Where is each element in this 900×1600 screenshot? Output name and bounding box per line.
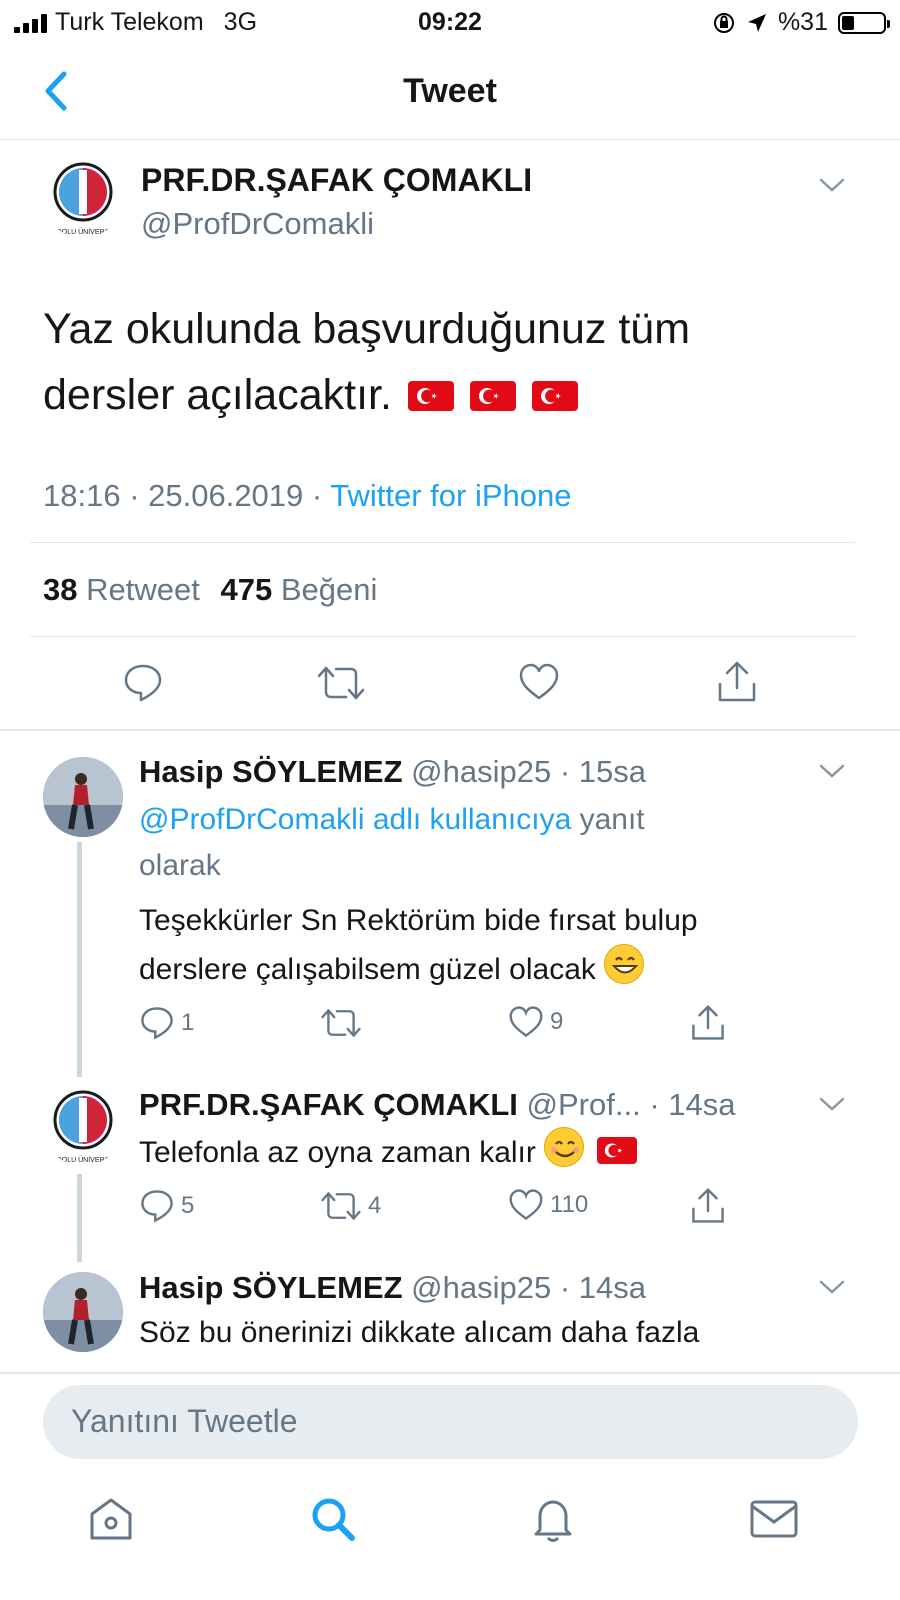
reply-header: Hasip SÖYLEMEZ @hasip25 · 15sa xyxy=(139,754,646,790)
reply-text: Telefonla az oyna zaman kalır xyxy=(139,1127,859,1176)
reply-action[interactable]: 5 xyxy=(139,1188,194,1224)
share-icon[interactable] xyxy=(690,1187,726,1225)
university-logo-avatar[interactable]: DOLU ÜNİVERS xyxy=(43,158,123,238)
retweet-label[interactable]: Retweet xyxy=(86,572,200,607)
page-title: Tweet xyxy=(403,72,497,110)
reply-count: 1 xyxy=(181,1009,195,1036)
navigation-bar: Tweet xyxy=(0,44,900,140)
reply-to-suffix-2: olarak xyxy=(139,849,221,882)
logo-icon: DOLU ÜNİVERS xyxy=(53,162,113,236)
grinning-emoji-icon xyxy=(604,944,645,984)
reply-time: · 14sa xyxy=(649,1087,736,1122)
turkey-flag-icon xyxy=(469,381,516,411)
retweet-icon[interactable] xyxy=(320,1005,362,1041)
svg-text:DOLU ÜNİVERS: DOLU ÜNİVERS xyxy=(57,227,110,236)
retweet-action[interactable] xyxy=(320,1005,368,1041)
reply-text-line-2: derslere çalışabilsem güzel olacak xyxy=(139,944,859,993)
retweet-action[interactable]: 4 xyxy=(320,1188,381,1224)
logo-icon: DOLU ÜNİVERS xyxy=(53,1090,113,1164)
smiling-emoji-icon xyxy=(544,1127,585,1167)
status-right: %31 xyxy=(712,8,890,37)
reply-composer-input[interactable]: Yanıtını Tweetle xyxy=(43,1385,858,1459)
tweet-text-line: Yaz okulunda başvurduğunuz tüm xyxy=(43,305,691,353)
reply-text: Söz bu önerinizi dikkate alıcam daha faz… xyxy=(139,1316,700,1349)
reply-context: @ProfDrComakli adlı kullanıcıya yanıt ol… xyxy=(139,797,859,889)
retweet-count: 4 xyxy=(368,1192,382,1219)
like-icon[interactable] xyxy=(508,1005,544,1039)
reply-author-handle[interactable]: @hasip25 xyxy=(411,754,551,789)
mail-icon[interactable] xyxy=(748,1494,800,1544)
tweet-meta: 18:16 · 25.06.2019 · Twitter for iPhone xyxy=(43,478,571,514)
user-avatar[interactable] xyxy=(43,757,123,837)
thread-line xyxy=(77,1174,82,1262)
reply-text-line: Teşekkürler Sn Rektörüm bide fırsat bulu… xyxy=(139,904,698,937)
divider xyxy=(30,542,855,543)
search-icon[interactable] xyxy=(308,1494,358,1544)
author-handle[interactable]: @ProfDrComakli xyxy=(141,206,374,242)
reply-author-handle[interactable]: @Prof... xyxy=(527,1087,641,1122)
tweet-timestamp: 18:16 · 25.06.2019 · xyxy=(43,478,331,513)
like-label[interactable]: Beğeni xyxy=(281,572,378,607)
chevron-down-icon[interactable] xyxy=(818,762,846,780)
tweet-text-line-2: dersler açılacaktır. xyxy=(43,362,863,428)
rotation-lock-icon xyxy=(713,12,734,33)
battery-percent: %31 xyxy=(777,8,828,36)
chevron-down-icon[interactable] xyxy=(818,176,846,194)
share-icon[interactable] xyxy=(690,1004,726,1042)
thread-line xyxy=(77,842,82,1077)
turkey-flag-icon xyxy=(531,381,578,411)
tweet-text: Yaz okulunda başvurduğunuz tüm dersler a… xyxy=(43,296,863,428)
reply-to-link[interactable]: @ProfDrComakli adlı kullanıcıya xyxy=(139,803,571,836)
reply-icon[interactable] xyxy=(122,662,164,704)
reply-author-name[interactable]: PRF.DR.ŞAFAK ÇOMAKLI xyxy=(139,1087,518,1122)
retweet-icon[interactable] xyxy=(316,662,366,704)
user-avatar[interactable] xyxy=(43,1272,123,1352)
reply-author-name[interactable]: Hasip SÖYLEMEZ xyxy=(139,1270,403,1305)
divider xyxy=(0,729,900,731)
home-icon[interactable] xyxy=(86,1494,136,1544)
reply-icon[interactable] xyxy=(139,1188,175,1224)
reply-text: Teşekkürler Sn Rektörüm bide fırsat bulu… xyxy=(139,898,859,993)
tweet-text-line-content: dersler açılacaktır. xyxy=(43,371,392,419)
retweet-icon[interactable] xyxy=(320,1188,362,1224)
reply-header: Hasip SÖYLEMEZ @hasip25 · 14sa xyxy=(139,1270,646,1306)
chevron-down-icon[interactable] xyxy=(818,1278,846,1296)
reply-text-line-content: derslere çalışabilsem güzel olacak xyxy=(139,953,596,986)
like-action[interactable]: 9 xyxy=(508,1005,563,1039)
tweet-source-link[interactable]: Twitter for iPhone xyxy=(330,478,571,513)
reply-icon[interactable] xyxy=(139,1005,175,1041)
share-icon[interactable] xyxy=(716,660,758,704)
status-bar: Turk Telekom 3G 09:22 %31 xyxy=(0,0,900,44)
retweet-count[interactable]: 38 xyxy=(43,572,77,607)
avatar-photo xyxy=(43,757,123,837)
location-icon xyxy=(747,13,766,32)
reply-author-handle[interactable]: @hasip25 xyxy=(411,1270,551,1305)
reply-header: PRF.DR.ŞAFAK ÇOMAKLI @Prof... · 14sa xyxy=(139,1087,735,1123)
like-count: 110 xyxy=(550,1191,589,1218)
like-action[interactable]: 110 xyxy=(508,1188,588,1222)
reply-count: 5 xyxy=(181,1192,195,1219)
author-name[interactable]: PRF.DR.ŞAFAK ÇOMAKLI xyxy=(141,162,532,199)
bell-icon[interactable] xyxy=(528,1494,578,1544)
tweet-stats: 38 Retweet 475 Beğeni xyxy=(43,572,377,608)
divider xyxy=(30,636,855,637)
turkey-flag-icon xyxy=(407,381,454,411)
turkey-flag-icon xyxy=(596,1137,637,1164)
reply-action[interactable]: 1 xyxy=(139,1005,194,1041)
chevron-down-icon[interactable] xyxy=(818,1095,846,1113)
like-count: 9 xyxy=(550,1008,564,1035)
reply-author-name[interactable]: Hasip SÖYLEMEZ xyxy=(139,754,403,789)
like-icon[interactable] xyxy=(518,662,560,702)
like-count[interactable]: 475 xyxy=(220,572,272,607)
reply-text-line: Telefonla az oyna zaman kalır xyxy=(139,1136,536,1169)
battery-icon xyxy=(838,11,890,34)
reply-time: · 15sa xyxy=(559,754,647,789)
svg-text:DOLU ÜNİVERS: DOLU ÜNİVERS xyxy=(57,1155,110,1164)
university-logo-avatar[interactable]: DOLU ÜNİVERS xyxy=(43,1086,123,1166)
reply-time: · 14sa xyxy=(559,1270,647,1305)
like-icon[interactable] xyxy=(508,1188,544,1222)
tab-bar xyxy=(0,1498,900,1600)
avatar-photo xyxy=(43,1272,123,1352)
reply-to-suffix: yanıt xyxy=(571,803,645,836)
